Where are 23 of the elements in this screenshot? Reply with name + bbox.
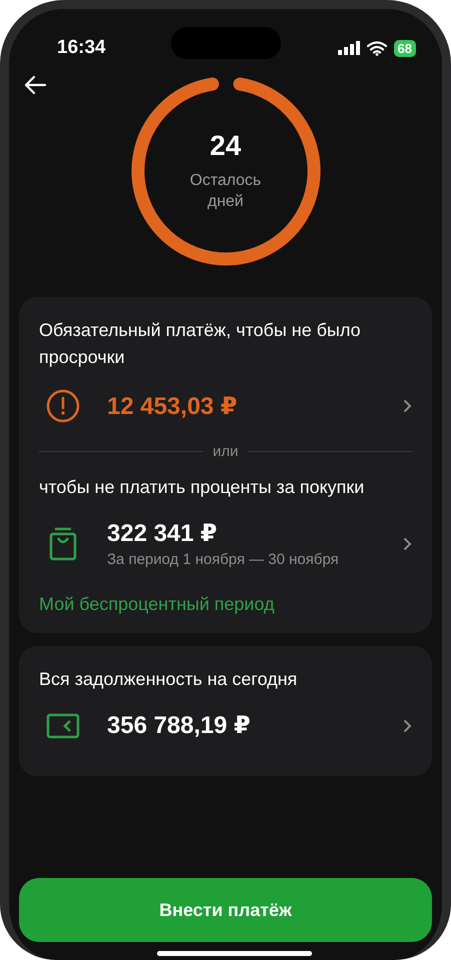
wifi-icon — [366, 40, 387, 56]
period-note: За период 1 ноября — 30 ноября — [107, 551, 340, 568]
chevron-icon — [403, 536, 412, 550]
pay-button[interactable]: Внести платёж — [19, 878, 432, 942]
chevron-icon — [403, 718, 412, 732]
divider-label: или — [212, 443, 238, 460]
exclamation-icon — [46, 389, 80, 423]
days-left-count: 24 — [210, 130, 242, 162]
amount[interactable]: 12 453,03 ₽ — [107, 392, 383, 420]
grace-period-link[interactable]: Мой беспроцентный период — [39, 594, 412, 615]
back-arrow-icon[interactable] — [23, 75, 47, 95]
signal-icon — [338, 41, 360, 55]
days-left-caption: Осталось дней — [188, 171, 262, 212]
section-title: Обязательный платёж, чтобы не было просрочки — [39, 319, 362, 369]
battery-indicator: 68 — [394, 40, 416, 56]
amount[interactable]: 356 788,19 ₽ — [107, 711, 383, 740]
section-title: чтобы не платить проценты за покупки — [39, 476, 366, 499]
bag-icon — [49, 526, 77, 560]
status-time: 16:34 — [57, 37, 106, 59]
amount[interactable]: 322 341 ₽ — [107, 519, 383, 548]
chevron-icon — [403, 399, 412, 413]
section-title: Вся задолженность на сегодня — [39, 668, 298, 691]
wallet-icon — [46, 712, 80, 738]
